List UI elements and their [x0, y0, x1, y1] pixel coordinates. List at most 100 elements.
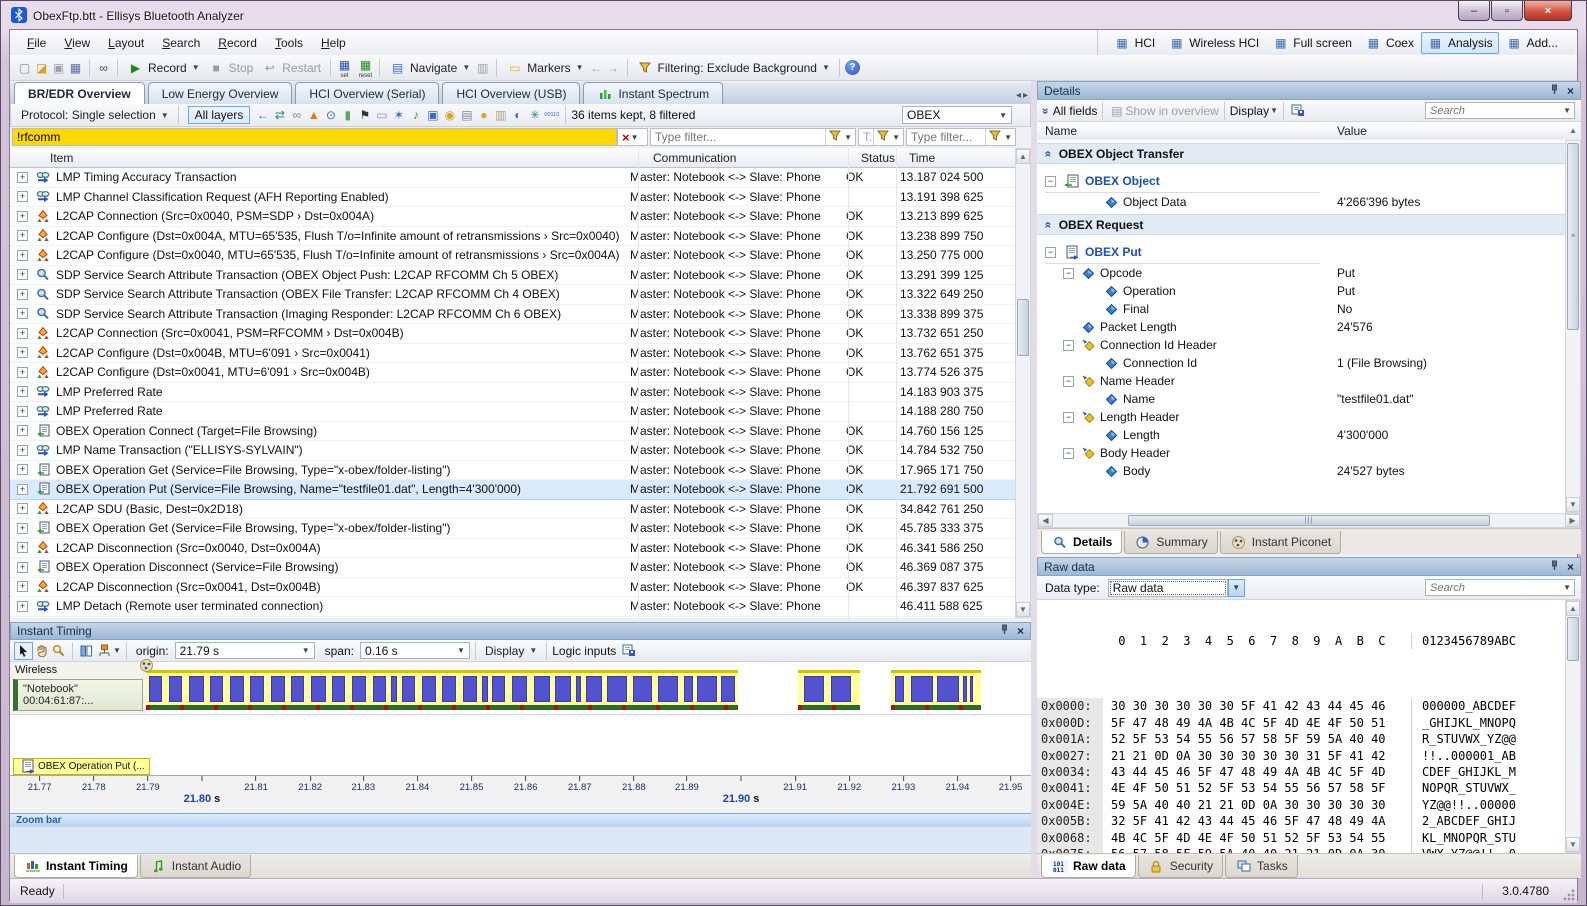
- scroll-up-icon[interactable]: ▲: [1566, 601, 1580, 616]
- expand-plus-icon[interactable]: +: [17, 347, 28, 358]
- raw-data-search-input[interactable]: [1426, 581, 1562, 595]
- next-marker-icon[interactable]: →: [605, 60, 622, 76]
- export-icon[interactable]: ▦: [67, 60, 84, 76]
- expand-plus-icon[interactable]: +: [17, 523, 28, 534]
- status-filter-field[interactable]: T... ▼: [858, 128, 904, 146]
- expand-plus-icon[interactable]: +: [17, 250, 28, 261]
- magnifier-icon[interactable]: ⊙: [322, 107, 339, 123]
- filtering-button[interactable]: Filtering: Exclude Background▼: [633, 58, 834, 78]
- menu-item[interactable]: View: [55, 33, 99, 53]
- burst-icon[interactable]: ✶: [390, 107, 407, 123]
- copy-icon[interactable]: ▤: [458, 107, 475, 123]
- packet-block[interactable]: [149, 676, 162, 702]
- zoom-bar-track[interactable]: [10, 827, 1031, 853]
- table-row[interactable]: + L2CAP Configure (Dst=0x0041, MTU=6'091…: [10, 363, 1015, 383]
- link-icon[interactable]: ∞: [288, 107, 305, 123]
- table-row[interactable]: + OBEX Operation Get (Service=File Brows…: [10, 519, 1015, 539]
- bottom-tab[interactable]: Instant Timing: [14, 855, 138, 878]
- put-marker-label[interactable]: OBEX Operation Put (...: [13, 758, 150, 775]
- packet-block[interactable]: [963, 676, 967, 702]
- time-filter-field[interactable]: ▼: [906, 128, 1016, 146]
- all-fields-button[interactable]: All fields: [1053, 104, 1098, 118]
- packet-block[interactable]: [482, 676, 487, 702]
- reset-trigger-button[interactable]: ▦ reset: [357, 57, 374, 79]
- overview-tab[interactable]: HCI Overview (Serial): [295, 82, 439, 104]
- details-search-box[interactable]: ▼: [1425, 102, 1575, 119]
- packet-block[interactable]: [332, 676, 345, 702]
- scroll-down-icon[interactable]: ▼: [1566, 497, 1580, 512]
- details-node-row[interactable]: −OBEX Object: [1037, 170, 1565, 192]
- table-row[interactable]: + SDP Service Search Attribute Transacti…: [10, 266, 1015, 286]
- packet-block[interactable]: [697, 676, 716, 702]
- audio-note-icon[interactable]: ♪: [407, 107, 424, 123]
- table-header[interactable]: Item Communication Status Time: [10, 148, 1031, 168]
- collapse-minus-icon[interactable]: −: [1063, 412, 1074, 423]
- logic-inputs-config-icon[interactable]: [620, 643, 637, 659]
- details-field-row[interactable]: −Name Header: [1037, 372, 1565, 390]
- table-row[interactable]: + LMP Channel Classification Request (AF…: [10, 188, 1015, 208]
- packet-block[interactable]: [169, 676, 182, 702]
- layout-button[interactable]: ▦ Add...: [1500, 32, 1564, 54]
- battery-icon[interactable]: ▮: [339, 107, 356, 123]
- data-type-dropdown-icon[interactable]: ▼: [1228, 579, 1245, 597]
- hex-dump[interactable]: 0 1 2 3 4 5 6 7 8 9 A B C 0123456789ABC …: [1037, 600, 1565, 853]
- table-row[interactable]: + OBEX Operation Connect (Target=File Br…: [10, 422, 1015, 442]
- time-filter-funnel-button[interactable]: ▼: [985, 129, 1015, 145]
- columns-icon[interactable]: [78, 643, 95, 659]
- navigate-button[interactable]: ▤ Navigate▼: [385, 58, 474, 78]
- expand-plus-icon[interactable]: +: [17, 367, 28, 378]
- scroll-thumb[interactable]: [1567, 617, 1579, 661]
- instant-filter-field[interactable]: [12, 128, 617, 146]
- zoom-bar[interactable]: Zoom bar: [10, 813, 1031, 827]
- raw-data-search-box[interactable]: ▼: [1425, 579, 1575, 596]
- expand-plus-icon[interactable]: +: [17, 484, 28, 495]
- set-trigger-button[interactable]: ▦ set: [336, 57, 353, 79]
- scroll-down-icon[interactable]: ▼: [1566, 837, 1580, 852]
- collapse-minus-icon[interactable]: −: [1045, 176, 1056, 187]
- goto-icon[interactable]: ▥: [474, 60, 491, 76]
- packet-block[interactable]: [970, 676, 974, 702]
- table-row[interactable]: + LMP Detach (Remote user terminated con…: [10, 597, 1015, 617]
- expand-plus-icon[interactable]: +: [17, 601, 28, 612]
- layout-button[interactable]: ▦ Analysis: [1421, 32, 1499, 54]
- display-dropdown[interactable]: Display▼: [481, 642, 541, 660]
- layout-button[interactable]: ▦ HCI: [1108, 32, 1162, 54]
- details-tab[interactable]: Details: [1041, 531, 1122, 554]
- tree-filter-icon[interactable]: [95, 643, 112, 659]
- table-row[interactable]: + L2CAP Connection (Src=0x0041, PSM=RFCO…: [10, 324, 1015, 344]
- table-row[interactable]: + L2CAP SDU (Basic, Dest=0x2D18) Master:…: [10, 500, 1015, 520]
- details-field-row[interactable]: −Body Header: [1037, 444, 1565, 462]
- clear-filter-button[interactable]: ×▼: [617, 128, 648, 146]
- details-section-header[interactable]: «OBEX Request: [1037, 214, 1565, 235]
- origin-combo[interactable]: 21.79 s▼: [175, 642, 315, 659]
- packet-block[interactable]: [512, 676, 526, 702]
- record-button[interactable]: ▶ Record▼: [123, 58, 204, 78]
- coin-icon[interactable]: ●: [475, 107, 492, 123]
- details-field-row[interactable]: −Packet Length24'576: [1037, 318, 1565, 336]
- close-panel-icon[interactable]: ×: [1567, 84, 1574, 98]
- scroll-down-icon[interactable]: ▼: [1016, 602, 1030, 617]
- scroll-up-icon[interactable]: ▲: [1016, 149, 1030, 164]
- globe-icon[interactable]: ◐: [509, 107, 526, 123]
- packet-block[interactable]: [291, 676, 304, 702]
- details-section-header[interactable]: «OBEX Object Transfer: [1037, 143, 1565, 164]
- report-icon[interactable]: ▥: [492, 107, 509, 123]
- open-folder-icon[interactable]: ◪: [33, 60, 50, 76]
- close-panel-icon[interactable]: ×: [1567, 560, 1574, 574]
- markers-button[interactable]: ▭ Markers▼: [502, 58, 587, 78]
- overview-tab[interactable]: Low Energy Overview: [148, 82, 293, 104]
- packet-block[interactable]: [463, 676, 477, 702]
- table-row[interactable]: + OBEX Operation Get (Service=File Brows…: [10, 461, 1015, 481]
- packet-block[interactable]: [895, 676, 905, 702]
- packet-block[interactable]: [534, 676, 550, 702]
- collapse-minus-icon[interactable]: −: [1063, 268, 1074, 279]
- span-combo[interactable]: 0.16 s▼: [360, 642, 470, 659]
- layout-button[interactable]: ▦ Wireless HCI: [1162, 32, 1265, 54]
- packet-block[interactable]: [250, 676, 263, 702]
- raw-data-tab[interactable]: Security: [1138, 855, 1223, 878]
- raw-data-tab[interactable]: 101011 Raw data: [1041, 855, 1136, 878]
- menu-item[interactable]: Tools: [266, 33, 312, 53]
- scroll-thumb[interactable]: ≡: [1567, 143, 1579, 330]
- scroll-thumb[interactable]: [1017, 299, 1029, 356]
- details-scrollbar[interactable]: ≡ ▼: [1565, 140, 1581, 513]
